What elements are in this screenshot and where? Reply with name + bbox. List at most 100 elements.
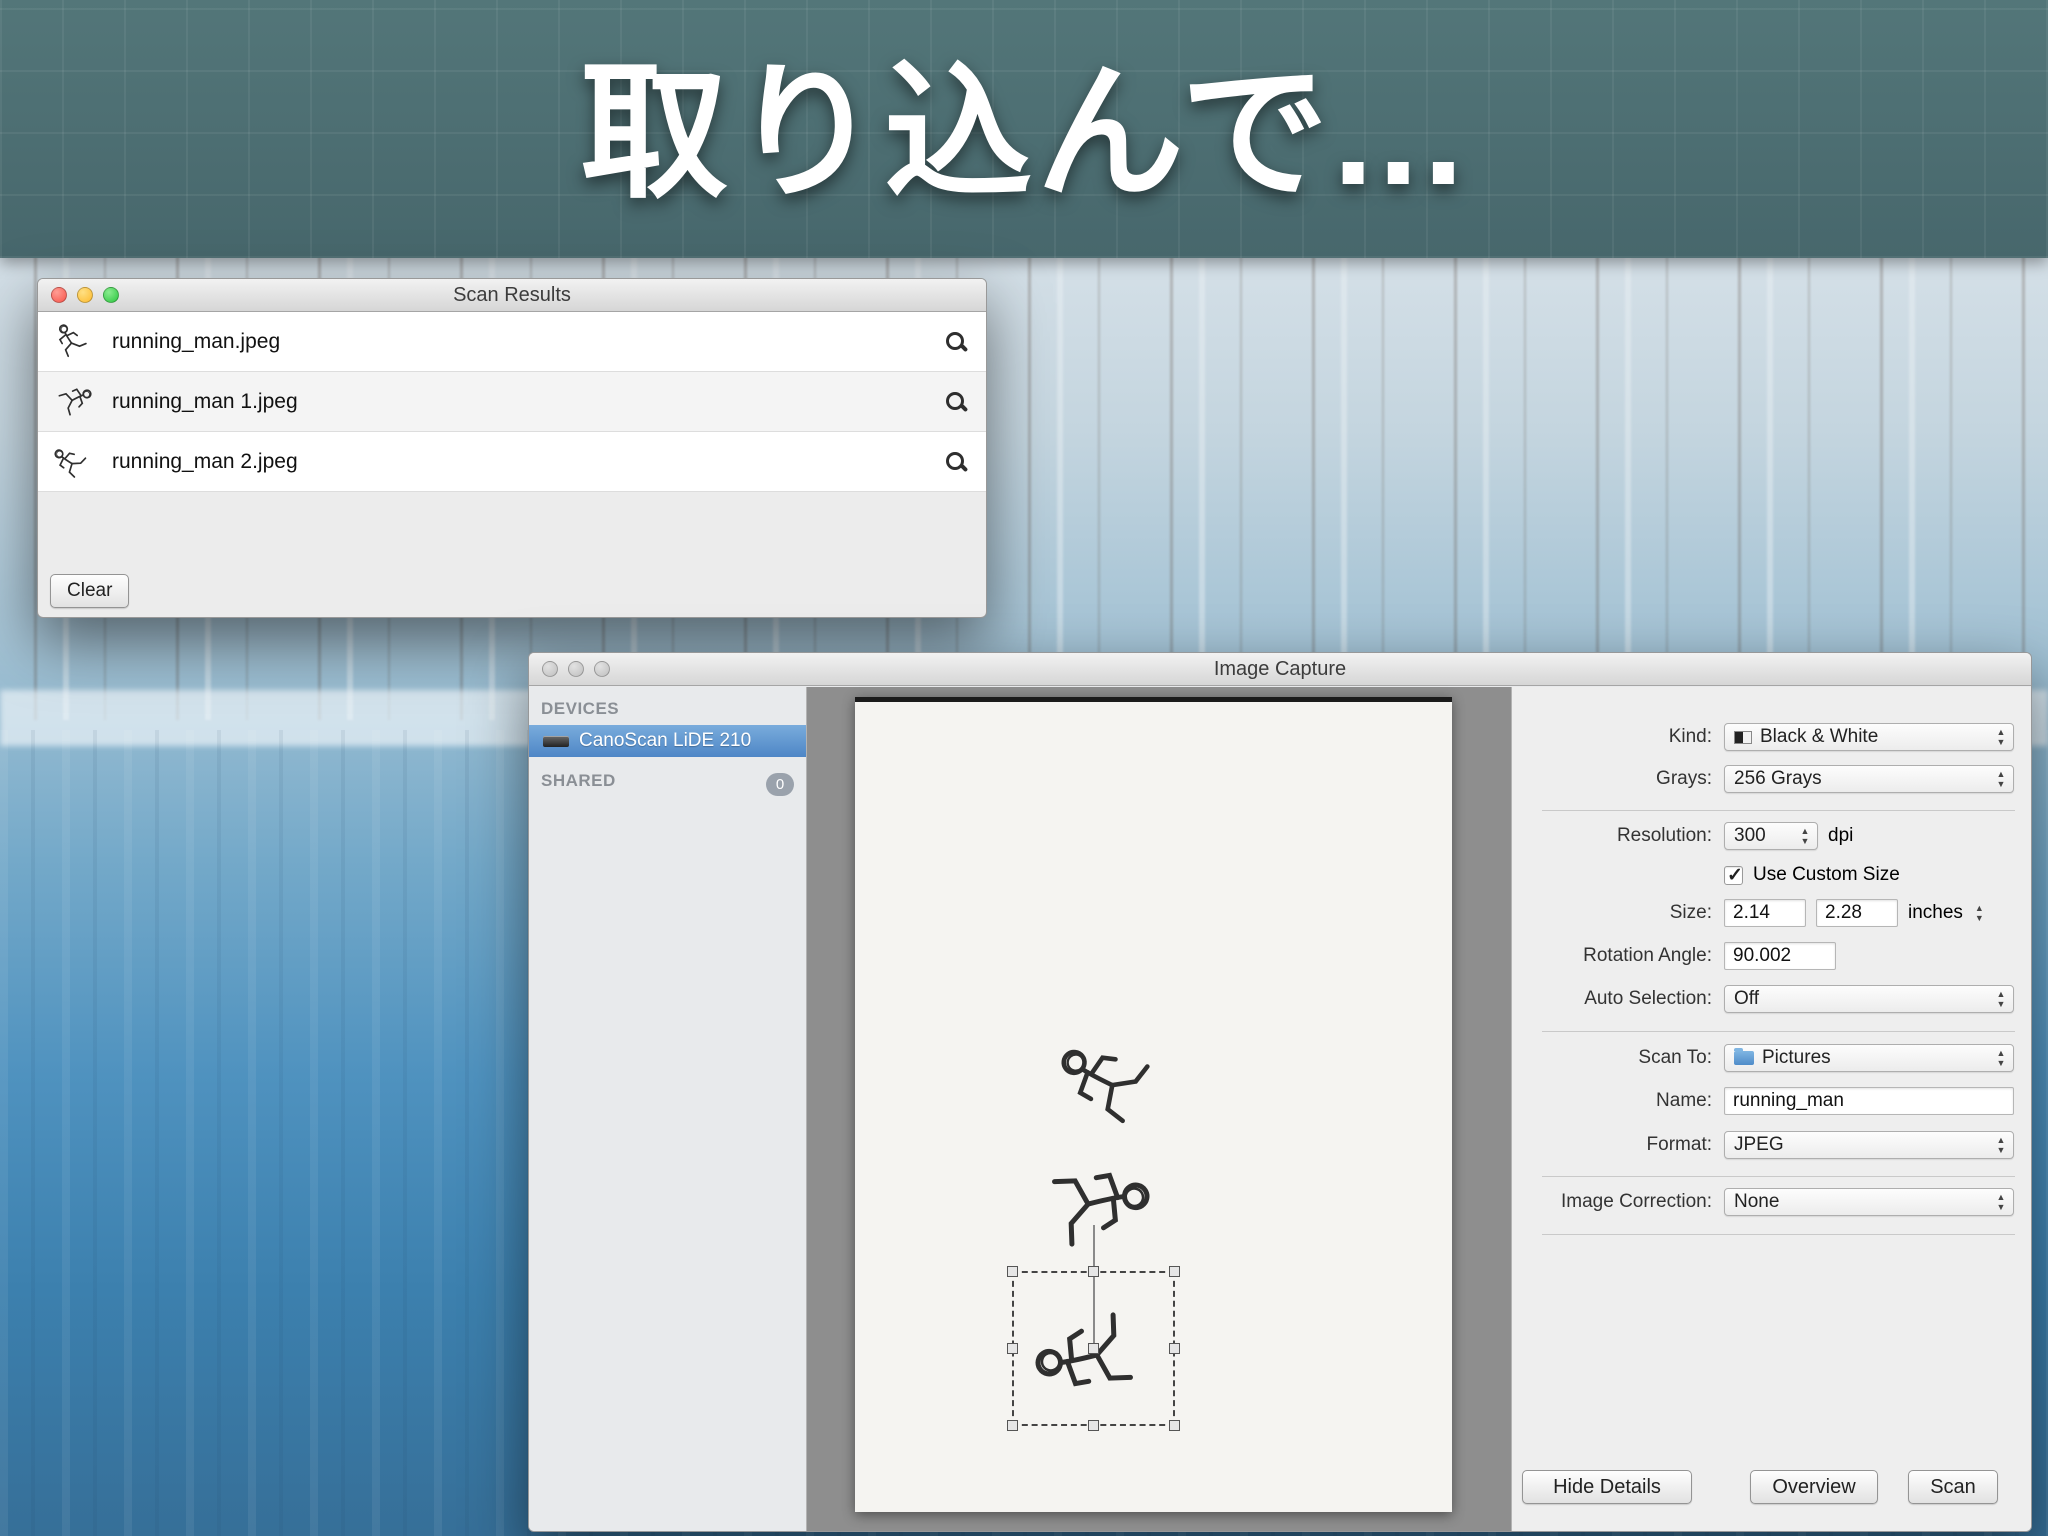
resolution-label: Resolution: xyxy=(1616,825,1712,846)
scan-results-titlebar[interactable]: Scan Results xyxy=(38,279,986,312)
grays-value: 256 Grays xyxy=(1734,768,1822,789)
shared-header: SHARED xyxy=(541,771,616,790)
format-select[interactable]: JPEG xyxy=(1724,1131,2014,1159)
clear-button[interactable]: Clear xyxy=(50,574,130,608)
running-man-thumbnail-icon xyxy=(58,387,93,416)
selection-handle[interactable] xyxy=(1169,1342,1180,1354)
magnifier-icon[interactable] xyxy=(944,330,968,354)
auto-selection-select[interactable]: Off xyxy=(1724,985,2014,1013)
zoom-button[interactable] xyxy=(594,661,610,677)
size-unit-stepper-icon[interactable] xyxy=(1975,903,1984,923)
image-correction-select[interactable]: None xyxy=(1724,1188,2014,1216)
zoom-button[interactable] xyxy=(103,287,119,303)
scanner-edge-artifact xyxy=(855,697,1452,702)
scan-to-select[interactable]: Pictures xyxy=(1724,1044,2014,1072)
resolution-select[interactable]: 300 xyxy=(1724,822,1818,850)
selection-handle[interactable] xyxy=(1087,1420,1099,1431)
running-man-thumbnail-icon xyxy=(57,321,89,358)
separator xyxy=(1542,1176,2015,1177)
popup-arrows-icon xyxy=(1994,1192,2008,1212)
slide-title: 取り込んで... xyxy=(580,51,1468,216)
use-custom-size-label: Use Custom Size xyxy=(1753,864,1900,885)
selection-handle[interactable] xyxy=(1087,1266,1099,1277)
list-item[interactable]: running_man 2.jpeg xyxy=(38,432,986,492)
scan-results-list: running_man.jpeg running_man 1.jpeg runn… xyxy=(38,312,986,492)
popup-arrows-icon xyxy=(1994,769,2008,789)
scanned-figure-1 xyxy=(1034,1000,1195,1161)
size-label: Size: xyxy=(1669,902,1712,923)
size-unit: inches xyxy=(1908,902,1963,923)
sidebar-item-canoscan[interactable]: CanoScan LiDE 210 xyxy=(529,725,806,757)
scanned-figure-2 xyxy=(1015,1135,1163,1283)
popup-arrows-icon xyxy=(1994,989,2008,1009)
minimize-button[interactable] xyxy=(77,287,93,303)
popup-arrows-icon xyxy=(1994,1048,2008,1068)
rotation-angle-field[interactable]: 90.002 xyxy=(1724,942,1836,970)
list-item[interactable]: running_man 1.jpeg xyxy=(38,372,986,432)
size-height-field[interactable]: 2.28 xyxy=(1816,899,1898,927)
close-button[interactable] xyxy=(51,287,67,303)
minimize-button[interactable] xyxy=(568,661,584,677)
close-button[interactable] xyxy=(542,661,558,677)
selection-handle[interactable] xyxy=(1007,1342,1018,1354)
pictures-folder-icon xyxy=(1734,1048,1754,1065)
image-correction-value: None xyxy=(1734,1191,1780,1212)
resolution-value: 300 xyxy=(1734,825,1766,846)
scanner-icon xyxy=(543,735,569,747)
selection-handle[interactable] xyxy=(1169,1266,1180,1277)
separator xyxy=(1542,810,2015,811)
kind-select[interactable]: Black & White xyxy=(1724,723,2014,751)
popup-arrows-icon xyxy=(1798,826,1812,846)
selection-marquee[interactable] xyxy=(1007,1266,1180,1431)
window-title: Image Capture xyxy=(1213,658,1347,680)
magnifier-icon[interactable] xyxy=(944,390,968,414)
selection-handle[interactable] xyxy=(1169,1420,1180,1431)
separator xyxy=(1542,1031,2015,1032)
image-capture-titlebar[interactable]: Image Capture xyxy=(529,653,2031,686)
scan-to-label: Scan To: xyxy=(1638,1047,1712,1068)
size-width-field[interactable]: 2.14 xyxy=(1724,899,1806,927)
scan-preview-area[interactable] xyxy=(807,687,1511,1531)
format-label: Format: xyxy=(1646,1134,1712,1155)
grays-label: Grays: xyxy=(1656,768,1712,789)
magnifier-icon[interactable] xyxy=(944,450,968,474)
name-field[interactable]: running_man xyxy=(1724,1087,2014,1115)
resolution-unit: dpi xyxy=(1828,825,1854,846)
black-white-icon xyxy=(1734,730,1752,744)
selection-handle[interactable] xyxy=(1087,1342,1099,1354)
grays-select[interactable]: 256 Grays xyxy=(1724,765,2014,793)
slide-header-band: 取り込んで... xyxy=(0,0,2048,258)
use-custom-size-checkbox[interactable] xyxy=(1724,864,1743,887)
device-name: CanoScan LiDE 210 xyxy=(579,730,752,751)
kind-label: Kind: xyxy=(1668,726,1712,747)
auto-selection-label: Auto Selection: xyxy=(1584,988,1712,1009)
format-value: JPEG xyxy=(1734,1134,1784,1155)
auto-selection-value: Off xyxy=(1734,988,1759,1009)
shared-header-row[interactable]: SHARED 0 xyxy=(529,757,806,797)
running-man-thumbnail-icon xyxy=(51,438,92,481)
file-name: running_man.jpeg xyxy=(112,329,281,353)
popup-arrows-icon xyxy=(1994,727,2008,747)
image-capture-window: Image Capture DEVICES CanoScan LiDE 210 … xyxy=(528,652,2032,1532)
image-correction-label: Image Correction: xyxy=(1560,1191,1712,1212)
popup-arrows-icon xyxy=(1994,1135,2008,1155)
name-label: Name: xyxy=(1656,1090,1712,1111)
file-name: running_man 1.jpeg xyxy=(112,389,298,413)
separator xyxy=(1542,1234,2015,1235)
scan-settings-panel: Kind: Black & White Grays: 256 Grays xyxy=(1511,687,2031,1531)
scan-to-value: Pictures xyxy=(1762,1047,1831,1068)
window-title: Scan Results xyxy=(453,284,571,306)
kind-value: Black & White xyxy=(1760,726,1879,747)
scan-results-window: Scan Results running_man.jpeg running_ma… xyxy=(37,278,987,618)
scanned-page[interactable] xyxy=(855,697,1452,1512)
rotation-angle-label: Rotation Angle: xyxy=(1583,945,1712,966)
shared-count-badge: 0 xyxy=(766,772,794,796)
file-name: running_man 2.jpeg xyxy=(112,449,298,473)
scan-button[interactable]: Scan xyxy=(1908,1470,1998,1504)
list-item[interactable]: running_man.jpeg xyxy=(38,312,986,372)
overview-button[interactable]: Overview xyxy=(1750,1470,1878,1504)
hide-details-button[interactable]: Hide Details xyxy=(1522,1470,1692,1504)
devices-sidebar: DEVICES CanoScan LiDE 210 SHARED 0 xyxy=(529,687,807,1531)
selection-handle[interactable] xyxy=(1007,1420,1018,1431)
selection-handle[interactable] xyxy=(1007,1266,1018,1277)
